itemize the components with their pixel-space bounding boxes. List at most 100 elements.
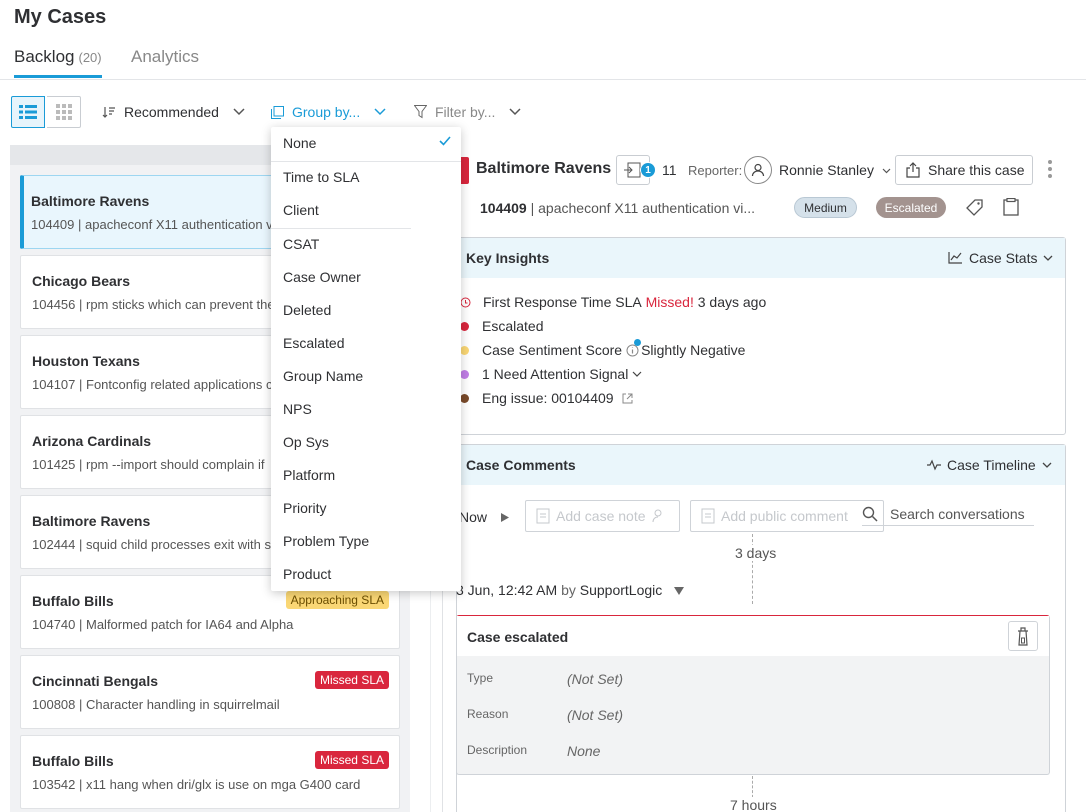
insight-sentiment: Case Sentiment Score Slightly Negative (460, 342, 745, 358)
group-option-time-to-sla[interactable]: Time to SLA (283, 169, 360, 185)
filter-dropdown[interactable]: Filter by... (414, 100, 521, 124)
eng-dot (460, 393, 469, 403)
grid-view-button[interactable] (47, 96, 81, 128)
notification-badge: 1 (640, 162, 656, 178)
group-option-product[interactable]: Product (283, 566, 331, 582)
group-option-priority[interactable]: Priority (283, 500, 327, 516)
case-card-desc: 103542 | x11 hang when dri/glx is use on… (32, 777, 361, 792)
add-public-comment-input[interactable]: Add public comment (690, 500, 884, 532)
list-view-icon (19, 105, 37, 119)
group-option-client[interactable]: Client (283, 202, 319, 218)
case-card-desc: 100808 | Character handling in squirrelm… (32, 697, 280, 712)
attention-dot (460, 369, 469, 379)
tab-analytics[interactable]: Analytics (131, 47, 199, 67)
case-stats-dropdown[interactable]: Case Stats (948, 250, 1053, 266)
case-card[interactable]: Cincinnati Bengals Missed SLA 100808 | C… (20, 655, 400, 729)
group-option-nps[interactable]: NPS (283, 401, 312, 417)
lighthouse-icon (1008, 621, 1038, 651)
share-icon (906, 162, 920, 178)
tag-icon[interactable] (966, 199, 984, 220)
case-timeline-dropdown[interactable]: Case Timeline (927, 457, 1052, 473)
sentiment-dot (460, 345, 469, 355)
case-card-desc: 101425 | rpm --import should complain if (32, 457, 265, 472)
sort-dropdown[interactable]: Recommended (102, 100, 245, 124)
priority-marker (461, 157, 469, 184)
chevron-down-icon (233, 108, 245, 116)
timeline-guide (442, 590, 443, 812)
tab-backlog-label: Backlog (14, 47, 75, 66)
add-case-note-input[interactable]: Add case note (525, 500, 680, 532)
chevron-down-icon (374, 108, 386, 116)
note-icon (536, 508, 550, 524)
case-card-name: Arizona Cardinals (32, 433, 152, 449)
event-title: Case escalated (467, 629, 569, 645)
chevron-down-icon (1042, 462, 1052, 468)
menu-divider (271, 161, 461, 162)
group-option-group-name[interactable]: Group Name (283, 368, 363, 384)
sentiment-indicator (634, 339, 641, 346)
case-card-name: Chicago Bears (32, 273, 131, 289)
tab-backlog[interactable]: Backlog (20) (14, 47, 102, 78)
status-pill: Escalated (876, 197, 946, 218)
note-icon (701, 508, 715, 524)
case-card-desc: 104740 | Malformed patch for IA64 and Al… (32, 617, 294, 632)
chart-icon (948, 252, 962, 264)
case-card[interactable]: Buffalo Bills Missed SLA 103542 | x11 ha… (20, 735, 400, 809)
event-field-label: Reason (467, 707, 509, 721)
sort-icon (102, 106, 116, 118)
insight-eng-issue: Eng issue: 00104409 (460, 390, 633, 406)
clipboard-icon[interactable] (1003, 197, 1019, 219)
case-comments-title: Case Comments (466, 457, 576, 473)
reporter-name: Ronnie Stanley (779, 162, 874, 178)
chevron-down-icon (1044, 255, 1053, 261)
group-label: Group by... (292, 104, 361, 120)
group-by-dropdown[interactable]: Group by... (271, 100, 386, 124)
group-option-csat[interactable]: CSAT (283, 236, 319, 252)
case-card-name: Baltimore Ravens (31, 193, 150, 209)
case-card-desc: 104409 | apacheconf X11 authentication v… (31, 217, 287, 232)
search-conversations-input[interactable]: Search conversations (862, 502, 1034, 526)
grid-view-icon (55, 104, 72, 120)
event-field-value: (Not Set) (567, 671, 624, 687)
share-case-button[interactable]: Share this case (895, 155, 1033, 185)
tab-bar: Backlog (20) Analytics (0, 44, 1086, 80)
insight-frt: First Response Time SLA Missed! 3 days a… (460, 294, 766, 310)
reporter-dropdown[interactable]: Ronnie Stanley (779, 162, 891, 178)
list-view-button[interactable] (11, 96, 45, 128)
case-card-name: Buffalo Bills (32, 593, 114, 609)
group-option-op-sys[interactable]: Op Sys (283, 434, 329, 450)
group-option-platform[interactable]: Platform (283, 467, 335, 483)
case-card-desc: 104456 | rpm sticks which can prevent th… (32, 297, 275, 312)
event-field-label: Type (467, 671, 494, 685)
menu-divider (271, 228, 411, 229)
event-field-value: (Not Set) (567, 707, 624, 723)
checkmark-icon (439, 136, 451, 146)
sort-label: Recommended (124, 104, 219, 120)
reporter-label: Reporter: (688, 163, 743, 178)
event-field-label: Description (467, 743, 528, 757)
case-card-name: Houston Texans (32, 353, 140, 369)
group-option-escalated[interactable]: Escalated (283, 335, 344, 351)
case-title: Baltimore Ravens (476, 160, 612, 177)
group-option-none[interactable]: None (283, 135, 316, 151)
case-timeline-label: Case Timeline (947, 457, 1036, 473)
group-option-case-owner[interactable]: Case Owner (283, 269, 361, 285)
filter-label: Filter by... (435, 104, 496, 120)
case-card-name: Baltimore Ravens (32, 513, 151, 529)
external-link-icon[interactable] (622, 393, 633, 404)
caret-down-icon[interactable] (674, 587, 685, 595)
chevron-down-icon (632, 371, 642, 377)
linked-count: 11 (662, 162, 677, 178)
insight-escalated: Escalated (460, 318, 543, 334)
group-option-problem-type[interactable]: Problem Type (283, 533, 369, 549)
avatar (744, 156, 772, 184)
group-option-deleted[interactable]: Deleted (283, 302, 331, 318)
status-badge: Missed SLA (314, 671, 389, 689)
more-options-icon[interactable] (1048, 160, 1052, 178)
event-meta: 3 Jun, 12:42 AM by SupportLogic (456, 582, 685, 598)
insight-attention[interactable]: 1 Need Attention Signal (460, 366, 642, 382)
search-icon (862, 506, 878, 522)
filter-icon (414, 105, 427, 119)
now-label: Now (459, 509, 509, 525)
escalated-dot (460, 321, 469, 331)
